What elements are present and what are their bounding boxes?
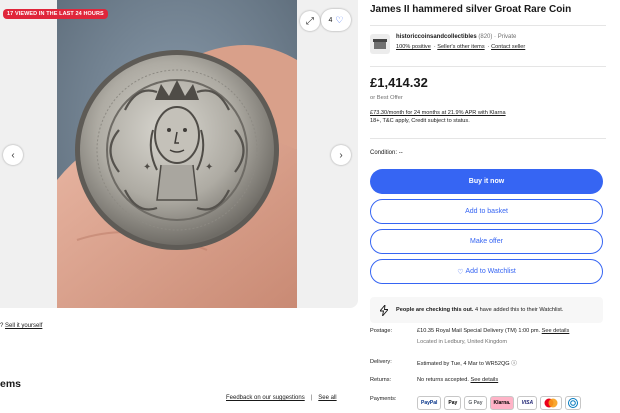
alert-text: 4 have added this to their Watchlist.	[474, 307, 564, 313]
interest-alert: People are checking this out. 4 have add…	[370, 297, 603, 323]
previous-image-button[interactable]: ‹	[3, 145, 23, 165]
info-icon[interactable]: ⓘ	[511, 361, 517, 367]
condition-row: Condition: --	[370, 138, 606, 156]
seller-positive-link[interactable]: 100% positive	[396, 44, 431, 50]
add-to-basket-button[interactable]: Add to basket	[370, 199, 603, 224]
seller-avatar[interactable]	[370, 34, 390, 54]
diners-logo	[565, 396, 582, 410]
payments-label: Payments:	[370, 396, 397, 402]
views-badge: 17 VIEWED IN THE LAST 24 HOURS	[3, 9, 108, 19]
separator: |	[310, 395, 313, 401]
listing-title: James II hammered silver Groat Rare Coin	[370, 4, 572, 15]
chevron-right-icon: ›	[339, 149, 343, 161]
seller-name[interactable]: historiccoinsandcollectibles	[396, 34, 477, 40]
listing-panel: James II hammered silver Groat Rare Coin…	[370, 0, 606, 323]
image-gallery: ✦ ✦ 17 VIEWED IN THE LAST 24 HOURS ⤢ 4 ♡…	[0, 0, 358, 308]
paypal-logo: PayPal	[417, 396, 442, 410]
postage-label: Postage:	[370, 328, 393, 334]
svg-text:✦: ✦	[205, 162, 213, 173]
next-image-button[interactable]: ›	[331, 145, 351, 165]
similar-items-heading: ems	[0, 378, 22, 390]
feedback-links: Feedback on our suggestions | See all	[226, 395, 337, 401]
mastercard-icon	[544, 398, 558, 408]
lightning-icon	[380, 304, 388, 316]
postage-row: Postage: £10.35 Royal Mail Special Deliv…	[370, 328, 569, 345]
postage-value: £10.35 Royal Mail Special Delivery (TM) …	[417, 328, 541, 334]
delivery-label: Delivery:	[370, 359, 392, 365]
heart-icon: ♡	[457, 268, 464, 276]
feedback-link[interactable]: Feedback on our suggestions	[226, 395, 305, 401]
klarna-link[interactable]: £73.30/month for 24 months at 21.9% APR …	[370, 110, 606, 116]
payments-row: Payments: PayPal Pay G Pay Klarna. VISA	[370, 396, 582, 410]
returns-label: Returns:	[370, 377, 392, 383]
watch-count-button[interactable]: 4 ♡	[321, 9, 351, 31]
condition-value: --	[398, 150, 403, 156]
delivery-value: Estimated by Tue, 4 Mar to WR52QG	[417, 361, 510, 367]
sell-it-yourself-row: ? Sell it yourself	[0, 323, 42, 329]
condition-label: Condition:	[370, 150, 398, 156]
postage-see-details-link[interactable]: See details	[542, 328, 570, 334]
sell-prefix: ?	[0, 323, 4, 329]
seller-links: 100% positive · Seller's other items · Con…	[396, 44, 526, 50]
price: £1,414.32	[370, 75, 428, 90]
seller-other-items-link[interactable]: Seller's other items	[437, 44, 484, 50]
expand-button[interactable]: ⤢	[300, 11, 320, 31]
store-icon	[373, 39, 387, 49]
seller-name-row: historiccoinsandcollectibles (820) · Pri…	[396, 34, 528, 40]
seller-info: historiccoinsandcollectibles (820) · Pri…	[370, 25, 606, 54]
coin-photo[interactable]: ✦ ✦	[57, 0, 297, 308]
visa-logo: VISA	[517, 396, 538, 410]
add-to-watchlist-button[interactable]: ♡ Add to Watchlist	[370, 259, 603, 284]
klarna-logo: Klarna.	[489, 396, 515, 410]
add-to-watchlist-label: Add to Watchlist	[465, 268, 516, 275]
apple-pay-label: Pay	[448, 400, 458, 406]
mastercard-logo	[540, 396, 563, 410]
item-location: Located in Ledbury, United Kingdom	[417, 339, 508, 345]
klarna-terms: 18+, T&C apply, Credit subject to status…	[370, 118, 470, 124]
returns-see-details-link[interactable]: See details	[471, 377, 499, 383]
alert-bold: People are checking this out.	[396, 307, 474, 313]
watch-count: 4	[328, 16, 333, 24]
sell-it-yourself-link[interactable]: Sell it yourself	[5, 323, 42, 329]
returns-value: No returns accepted.	[417, 377, 469, 383]
price-block: £1,414.32 or Best Offer £73.30/month for…	[370, 66, 606, 124]
svg-text:✦: ✦	[143, 162, 151, 173]
make-offer-button[interactable]: Make offer	[370, 229, 603, 254]
seller-score: (820) · Private	[478, 34, 517, 40]
contact-seller-link[interactable]: Contact seller	[491, 44, 525, 50]
see-all-link[interactable]: See all	[318, 395, 336, 401]
payment-logos: PayPal Pay G Pay Klarna. VISA	[417, 396, 582, 410]
delivery-row: Delivery: Estimated by Tue, 4 Mar to WR5…	[370, 359, 517, 367]
best-offer-label: or Best Offer	[370, 95, 403, 101]
returns-row: Returns: No returns accepted. See detail…	[370, 377, 498, 383]
buy-it-now-button[interactable]: Buy it now	[370, 169, 603, 194]
chevron-left-icon: ‹	[11, 149, 15, 161]
heart-icon: ♡	[335, 14, 344, 25]
expand-icon: ⤢	[306, 15, 314, 27]
google-pay-logo: G Pay	[464, 396, 487, 410]
diners-icon	[568, 398, 579, 408]
apple-pay-logo: Pay	[444, 396, 462, 410]
